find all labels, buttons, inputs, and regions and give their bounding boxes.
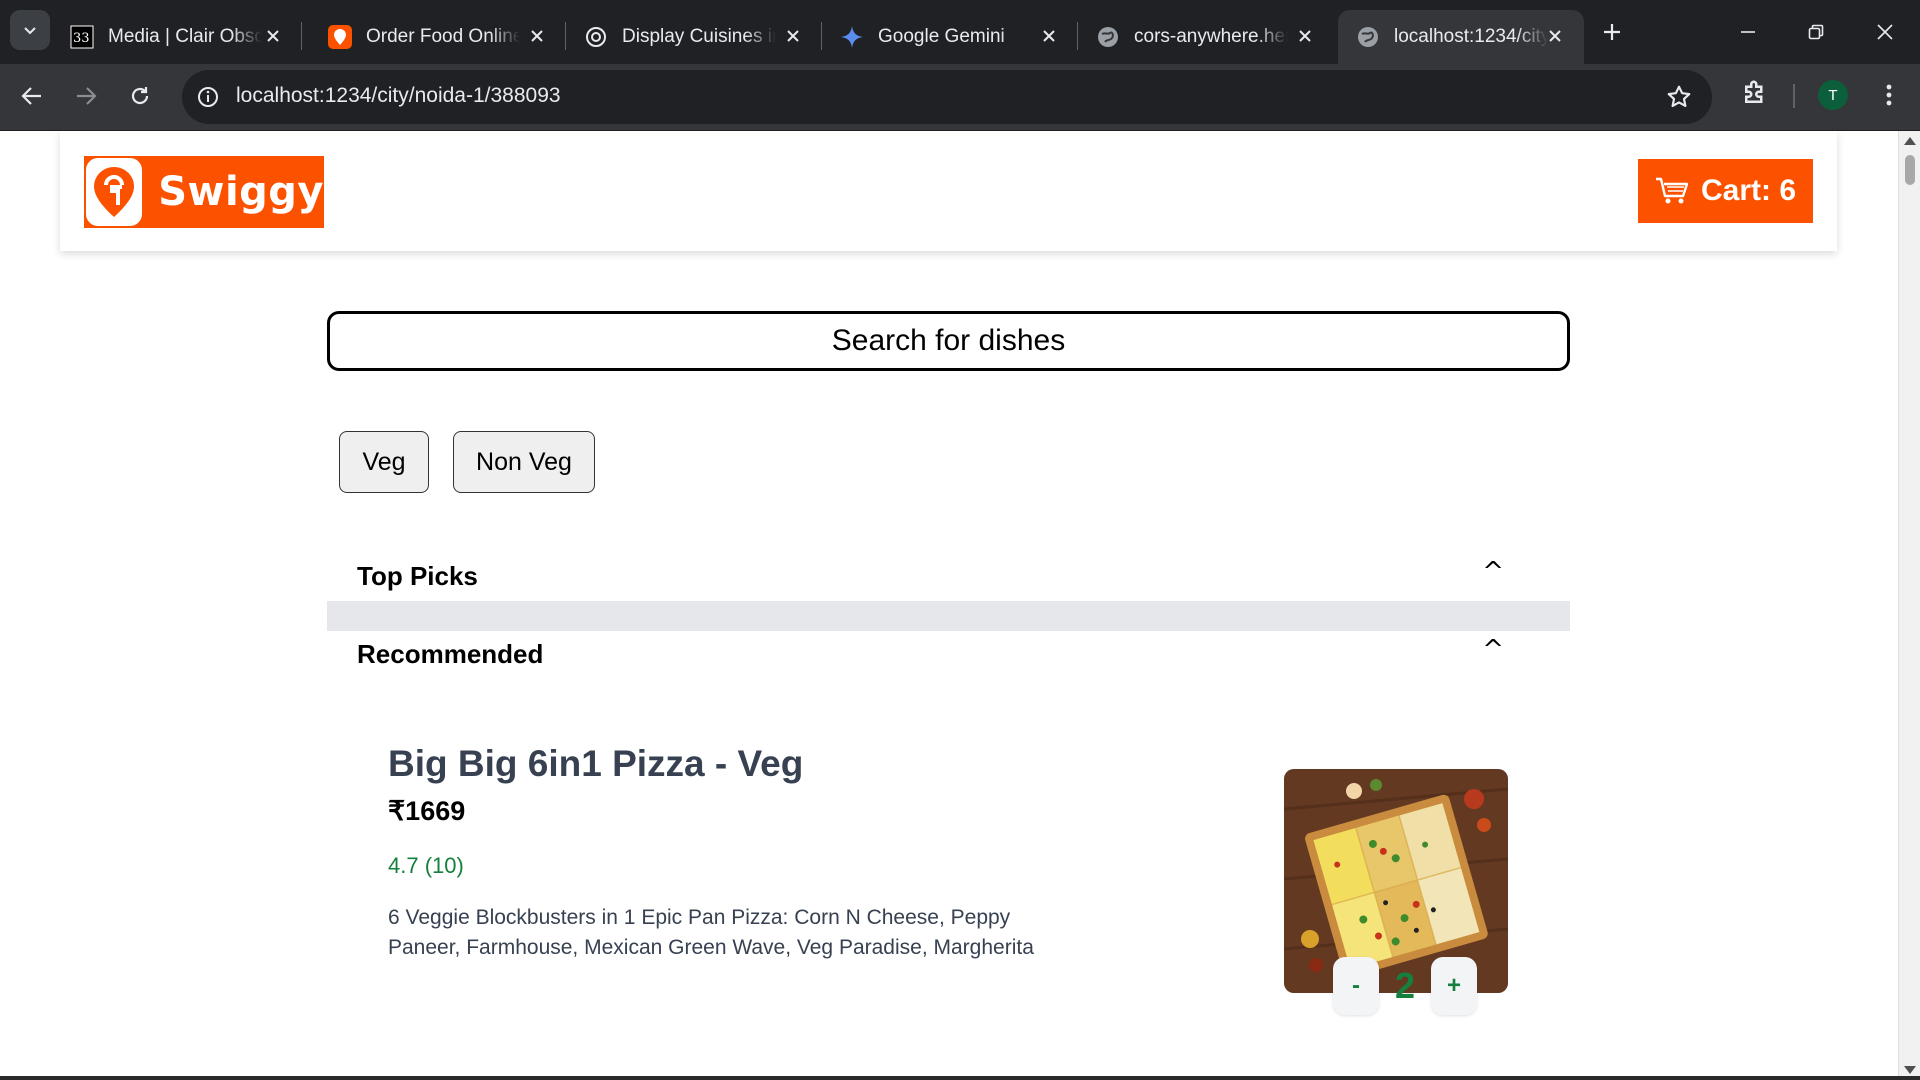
restore-button[interactable] (1798, 14, 1834, 50)
bookmark-star-icon[interactable] (1666, 84, 1692, 110)
close-icon[interactable] (1294, 25, 1316, 47)
tab-clair-obscur[interactable]: 33 Media | Clair Obscur (52, 10, 302, 64)
section-title: Top Picks (357, 560, 478, 591)
brand-name: Swiggy (158, 169, 324, 215)
tab-google-gemini[interactable]: Google Gemini (822, 10, 1078, 64)
tab-title: Display Cuisines in (622, 26, 776, 47)
swiggy-icon (328, 25, 352, 49)
extensions-icon[interactable] (1740, 78, 1770, 108)
minimize-icon (1741, 31, 1755, 33)
increment-button[interactable]: + (1431, 957, 1477, 1015)
chevron-down-icon (24, 27, 36, 35)
veg-filter-button[interactable]: Veg (339, 431, 429, 493)
tab-cors-anywhere[interactable]: cors-anywhere.herokuapp (1078, 10, 1334, 64)
clair-obscur-icon: 33 (70, 25, 94, 49)
scroll-down-arrow-icon[interactable] (1904, 1066, 1916, 1074)
new-tab-button[interactable] (1598, 18, 1626, 46)
cart-button[interactable]: Cart: 6 (1638, 159, 1813, 223)
close-icon[interactable] (526, 25, 548, 47)
tab-title: cors-anywhere.herokuapp (1134, 26, 1288, 47)
caret-up-icon[interactable]: ^ (1482, 635, 1504, 665)
plus-icon (1604, 24, 1620, 40)
page-scrollbar[interactable] (1898, 131, 1920, 1080)
tab-search-button[interactable] (10, 10, 50, 50)
cart-label: Cart: 6 (1700, 174, 1797, 207)
close-icon[interactable] (782, 25, 804, 47)
dish-name: Big Big 6in1 Pizza - Veg (388, 743, 804, 784)
tab-separator (301, 22, 302, 50)
toolbar-separator (1793, 84, 1795, 108)
reload-button[interactable] (122, 78, 158, 114)
cart-icon (1655, 177, 1689, 204)
reload-icon (131, 87, 149, 105)
swiggy-logo[interactable]: Swiggy (84, 156, 324, 228)
restore-icon (1808, 24, 1824, 40)
globe-icon (1096, 25, 1120, 49)
forward-button[interactable] (68, 78, 104, 114)
svg-text:33: 33 (73, 31, 90, 46)
section-header-recommended[interactable]: Recommended ^ (327, 629, 1570, 679)
menu-dots-icon[interactable] (1874, 80, 1904, 110)
close-icon[interactable] (262, 25, 284, 47)
section-title: Recommended (357, 638, 544, 669)
caret-up-icon[interactable]: ^ (1482, 557, 1504, 587)
minimize-button[interactable] (1730, 14, 1766, 50)
dish-rating: 4.7 (10) (388, 853, 464, 878)
tab-title: Order Food Online (366, 26, 520, 47)
tab-order-food[interactable]: Order Food Online (310, 10, 566, 64)
site-header: Swiggy Cart: 6 (60, 131, 1837, 251)
decrement-button[interactable]: - (1333, 957, 1379, 1015)
dish-description: 6 Veggie Blockbusters in 1 Epic Pan Pizz… (388, 906, 1034, 959)
url-text: localhost:1234/city/noida-1/388093 (236, 84, 561, 107)
close-icon (1877, 24, 1893, 40)
browser-toolbar: localhost:1234/city/noida-1/388093 (0, 64, 1920, 131)
browser-tab-strip: 33 Media | Clair Obscur Order Food Onlin… (0, 0, 1920, 64)
gemini-icon (840, 25, 864, 49)
address-bar[interactable]: localhost:1234/city/noida-1/388093 (182, 70, 1712, 124)
tab-title: localhost:1234/city (1394, 26, 1548, 47)
section-header-top-picks[interactable]: Top Picks ^ (327, 551, 1570, 601)
profile-avatar[interactable]: T (1818, 80, 1848, 110)
quantity-stepper[interactable]: - 2 + (1333, 957, 1477, 1015)
close-window-button[interactable] (1867, 14, 1903, 50)
back-button[interactable] (14, 78, 50, 114)
tab-title: Google Gemini (878, 26, 1005, 47)
search-input[interactable] (327, 311, 1570, 371)
page-viewport: Swiggy Cart: 6 Veg Non Veg Top Picks ^ R… (0, 131, 1898, 1080)
tab-title: Media | Clair Obscur (108, 26, 262, 47)
info-icon[interactable] (196, 85, 220, 109)
scroll-thumb[interactable] (1905, 155, 1915, 185)
arrow-right-icon (77, 87, 97, 105)
non-veg-filter-button[interactable]: Non Veg (453, 431, 595, 493)
window-bottom-edge (0, 1076, 1920, 1080)
section-divider (327, 601, 1570, 631)
close-icon[interactable] (1038, 25, 1060, 47)
globe-icon (1356, 25, 1380, 49)
tab-localhost[interactable]: localhost:1234/city (1338, 10, 1584, 64)
scroll-up-arrow-icon[interactable] (1904, 137, 1916, 145)
dish-price: ₹1669 (388, 796, 466, 826)
chatgpt-icon (584, 25, 608, 49)
quantity-value: 2 (1394, 965, 1416, 1006)
arrow-left-icon (21, 87, 41, 105)
swiggy-pin-icon (86, 158, 143, 226)
tab-display-cuisines[interactable]: Display Cuisines in (566, 10, 822, 64)
close-icon[interactable] (1544, 25, 1566, 47)
